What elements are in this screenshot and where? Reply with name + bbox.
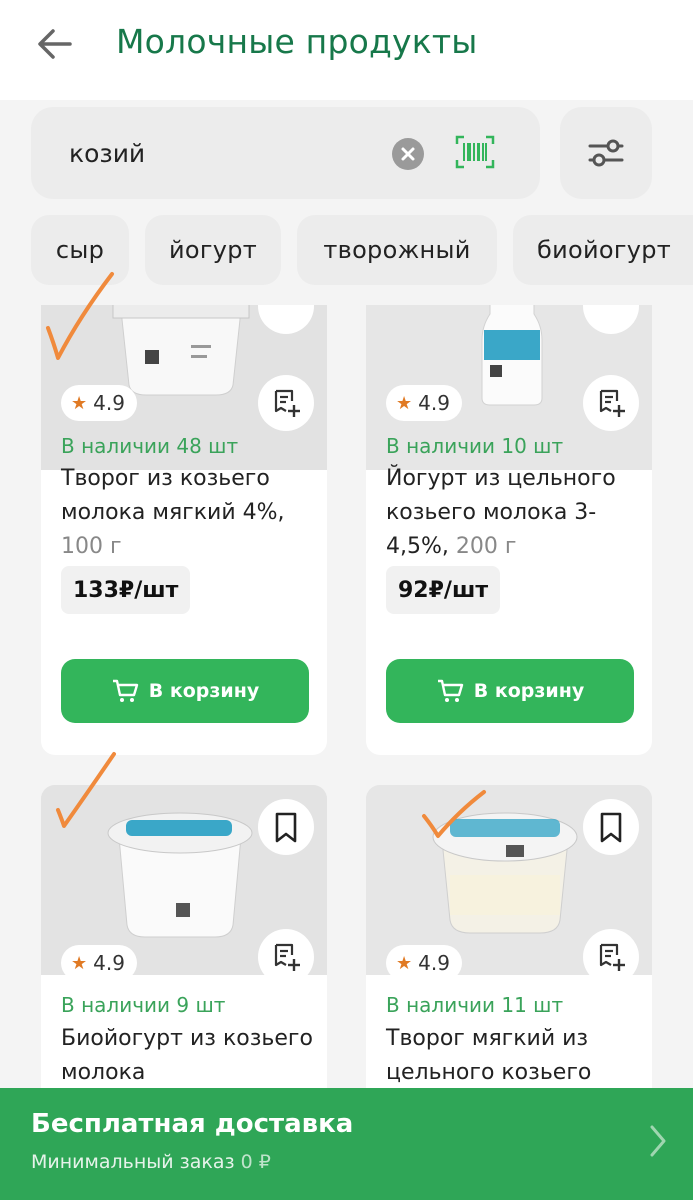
product-title: Творог из козьего молока мягкий 4%, (61, 466, 285, 525)
add-to-cart-button[interactable]: В корзину (61, 659, 309, 723)
min-order: Минимальный заказ 0 ₽ (31, 1151, 271, 1173)
add-to-cart-label: В корзину (148, 680, 260, 702)
product-card[interactable]: ★ 4.9 В наличии 10 шт Йогурт из цельного… (366, 305, 652, 755)
filter-sliders-icon (588, 139, 624, 167)
back-button[interactable] (34, 26, 76, 62)
product-weight: 200 г (455, 534, 517, 559)
rating-value: 4.9 (93, 951, 125, 975)
star-icon: ★ (71, 392, 88, 414)
bookmark-button[interactable] (583, 799, 639, 855)
rating-value: 4.9 (418, 951, 450, 975)
min-order-label: Минимальный заказ (31, 1151, 235, 1173)
search-input[interactable] (69, 133, 399, 173)
add-to-list-icon (274, 943, 300, 971)
product-name: Творог мягкий из цельного козьего (386, 1022, 648, 1088)
chip-yogurt[interactable]: йогурт (145, 215, 281, 285)
stock-status: В наличии 10 шт (386, 434, 564, 458)
bookmark-button[interactable] (258, 799, 314, 855)
close-icon (401, 147, 415, 161)
cart-icon (112, 679, 138, 702)
add-to-list-button[interactable] (258, 929, 314, 985)
filter-button[interactable] (560, 107, 652, 199)
header: Молочные продукты (0, 0, 693, 100)
rating-badge: ★ 4.9 (61, 945, 137, 981)
product-title: Биойогурт из козьего молока (61, 1026, 313, 1085)
product-name: Биойогурт из козьего молока (61, 1022, 323, 1088)
add-to-cart-label: В корзину (473, 680, 585, 702)
rating-value: 4.9 (418, 391, 450, 415)
product-price: 133₽/шт (61, 566, 191, 614)
stock-status: В наличии 11 шт (386, 993, 564, 1017)
add-to-list-button[interactable] (583, 375, 639, 431)
bookmark-icon (275, 812, 297, 843)
chevron-right-icon (650, 1125, 666, 1157)
add-to-list-icon (274, 389, 300, 417)
add-to-list-icon (599, 943, 625, 971)
add-to-list-button[interactable] (583, 929, 639, 985)
chip-cheese[interactable]: сыр (31, 215, 129, 285)
star-icon: ★ (396, 392, 413, 414)
bookmark-icon (600, 812, 622, 843)
product-weight: 100 г (61, 534, 122, 559)
add-to-list-icon (599, 389, 625, 417)
product-title: Творог мягкий из цельного козьего (386, 1026, 592, 1085)
chip-bioyogurt[interactable]: биойогурт (513, 215, 693, 285)
rating-badge: ★ 4.9 (386, 385, 462, 421)
rating-value: 4.9 (93, 391, 125, 415)
rating-badge: ★ 4.9 (61, 385, 137, 421)
cart-icon (437, 679, 463, 702)
add-to-cart-button[interactable]: В корзину (386, 659, 634, 723)
clear-search-button[interactable] (392, 138, 424, 170)
product-name: Творог из козьего молока мягкий 4%, 100 … (61, 462, 323, 564)
product-grid: ★ 4.9 В наличии 48 шт Творог из козьего … (0, 305, 693, 1088)
barcode-scan-icon (455, 135, 495, 169)
product-name: Йогурт из цельного козьего молока 3-4,5%… (386, 462, 648, 564)
page-title: Молочные продукты (116, 22, 478, 61)
product-card[interactable]: ★ 4.9 В наличии 48 шт Творог из козьего … (41, 305, 327, 755)
stock-status: В наличии 48 шт (61, 434, 239, 458)
star-icon: ★ (396, 952, 413, 974)
delivery-title: Бесплатная доставка (31, 1109, 354, 1139)
arrow-left-icon (38, 29, 72, 59)
add-to-list-button[interactable] (258, 375, 314, 431)
product-price: 92₽/шт (386, 566, 501, 614)
product-card[interactable]: ★ 4.9 В наличии 11 шт Творог мягкий из ц… (366, 785, 652, 1088)
search-box (31, 107, 540, 199)
star-icon: ★ (71, 952, 88, 974)
stock-status: В наличии 9 шт (61, 993, 226, 1017)
delivery-banner[interactable]: Бесплатная доставка Минимальный заказ 0 ₽ (0, 1088, 693, 1200)
chip-curd[interactable]: творожный (297, 215, 497, 285)
product-card[interactable]: ★ 4.9 В наличии 9 шт Биойогурт из козьег… (41, 785, 327, 1088)
min-order-value: 0 ₽ (240, 1151, 271, 1173)
rating-badge: ★ 4.9 (386, 945, 462, 981)
barcode-scan-button[interactable] (455, 135, 495, 169)
